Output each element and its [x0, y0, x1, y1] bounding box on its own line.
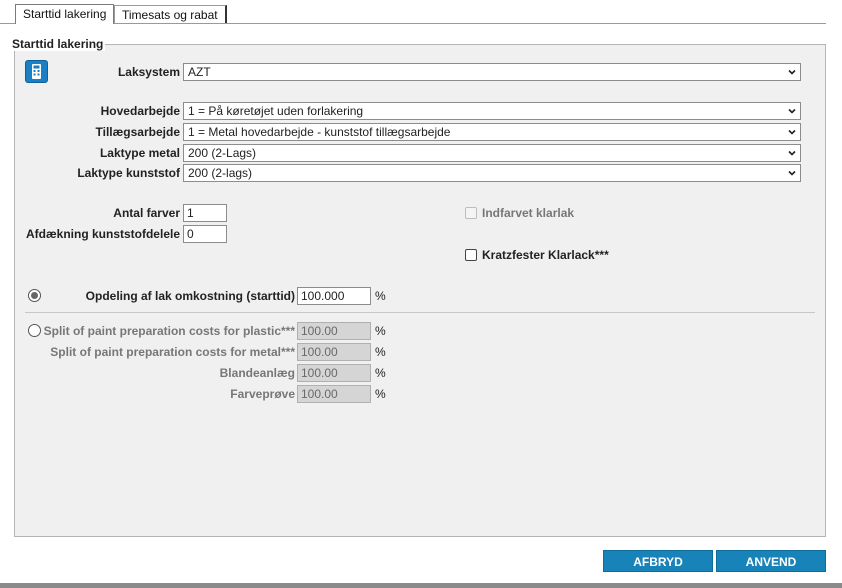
opdeling-label: Opdeling af lak omkostning (starttid)	[85, 289, 295, 303]
chevron-down-icon	[788, 170, 796, 176]
laktype-metal-select[interactable]: 200 (2-Lags)	[183, 144, 801, 162]
split-metal-unit: %	[375, 345, 386, 359]
indfarvet-klarlak-label: Indfarvet klarlak	[482, 206, 575, 220]
laktype-kunststof-value: 200 (2-lags)	[188, 166, 253, 180]
tab-strip-line	[0, 23, 826, 24]
group-legend: Starttid lakering	[10, 37, 106, 51]
hovedarbejde-select[interactable]: 1 = På køretøjet uden forlakering	[183, 102, 801, 120]
farveproeve-input[interactable]: 100.00	[297, 385, 371, 403]
chevron-down-icon	[788, 108, 796, 114]
antal-farver-label: Antal farver	[113, 206, 180, 220]
section-divider	[25, 312, 815, 313]
laksystem-label: Laksystem	[117, 65, 180, 79]
blandeanlaeg-label: Blandeanlæg	[219, 366, 295, 380]
opdeling-radio[interactable]	[28, 289, 41, 302]
apply-button[interactable]: ANVEND	[716, 550, 826, 572]
split-metal-input[interactable]: 100.00	[297, 343, 371, 361]
blandeanlaeg-input[interactable]: 100.00	[297, 364, 371, 382]
indfarvet-klarlak-checkbox[interactable]	[465, 207, 477, 219]
calculator-icon[interactable]	[25, 60, 48, 83]
blandeanlaeg-unit: %	[375, 366, 386, 380]
tillaegsarbejde-label: Tillægsarbejde	[95, 125, 180, 139]
tillaegsarbejde-value: 1 = Metal hovedarbejde - kunststof tillæ…	[188, 125, 451, 139]
tab-starttid-lakering[interactable]: Starttid lakering	[15, 4, 115, 24]
split-plastic-input[interactable]: 100.00	[297, 322, 371, 340]
window-bottom-edge	[0, 583, 842, 588]
laktype-kunststof-label: Laktype kunststof	[77, 166, 180, 180]
chevron-down-icon	[788, 69, 796, 75]
opdeling-input[interactable]: 100.000	[297, 287, 371, 305]
farveproeve-unit: %	[375, 387, 386, 401]
laktype-kunststof-select[interactable]: 200 (2-lags)	[183, 164, 801, 182]
laksystem-select[interactable]: AZT	[183, 63, 801, 81]
laksystem-value: AZT	[188, 65, 211, 79]
split-metal-label: Split of paint preparation costs for met…	[50, 345, 295, 359]
chevron-down-icon	[788, 129, 796, 135]
afdaekning-label: Afdækning kunststofdelele	[25, 227, 180, 241]
opdeling-unit: %	[375, 289, 386, 303]
tillaegsarbejde-select[interactable]: 1 = Metal hovedarbejde - kunststof tillæ…	[183, 123, 801, 141]
kratzfester-klarlack-label: Kratzfester Klarlack***	[482, 248, 609, 262]
tab-timesats-og-rabat[interactable]: Timesats og rabat	[114, 5, 227, 24]
hovedarbejde-value: 1 = På køretøjet uden forlakering	[188, 104, 364, 118]
antal-farver-input[interactable]: 1	[183, 204, 227, 222]
split-plastic-unit: %	[375, 324, 386, 338]
laktype-metal-label: Laktype metal	[99, 146, 180, 160]
split-plastic-label: Split of paint preparation costs for pla…	[43, 324, 295, 338]
cancel-button[interactable]: AFBRYD	[603, 550, 713, 572]
farveproeve-label: Farveprøve	[230, 387, 295, 401]
laktype-metal-value: 200 (2-Lags)	[188, 146, 257, 160]
hovedarbejde-label: Hovedarbejde	[100, 104, 180, 118]
afdaekning-input[interactable]: 0	[183, 225, 227, 243]
kratzfester-klarlack-checkbox[interactable]	[465, 249, 477, 261]
chevron-down-icon	[788, 150, 796, 156]
